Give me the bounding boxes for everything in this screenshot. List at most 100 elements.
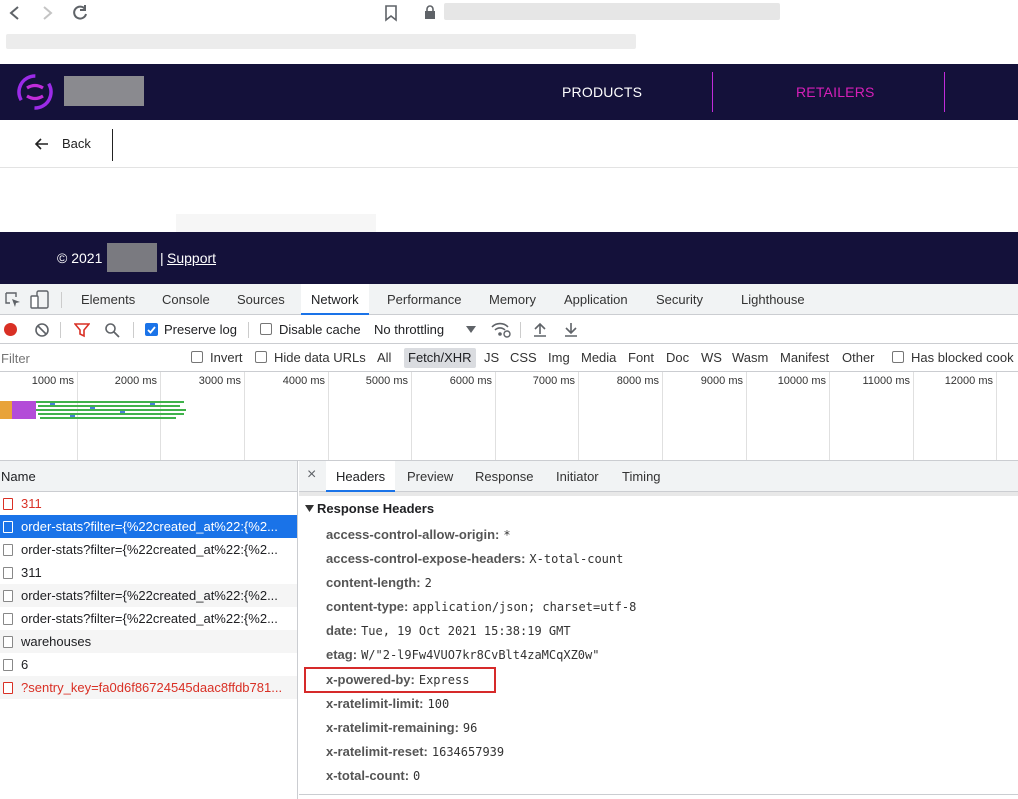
brand-logo-icon[interactable] [16, 70, 56, 114]
header-value: X-total-count [529, 552, 624, 566]
header-value: 100 [427, 697, 450, 711]
tab-initiator[interactable]: Initiator [556, 461, 599, 492]
type-filter-css[interactable]: CSS [510, 344, 537, 372]
reload-icon[interactable] [70, 3, 90, 23]
header-row: access-control-expose-headers: X-total-co… [326, 547, 623, 571]
network-conditions-icon[interactable] [490, 320, 512, 338]
detail-tabbar: × Headers Preview Response Initiator Tim… [299, 461, 1018, 492]
forward-arrow-icon[interactable] [38, 4, 56, 22]
network-filter-bar: Invert Hide data URLs All Fetch/XHR JS C… [0, 344, 1018, 372]
nav-retailers[interactable]: RETAILERS [796, 64, 875, 120]
timeline-gridline [913, 372, 914, 460]
timeline-tick-label: 7000 ms [532, 375, 575, 387]
divider [520, 322, 521, 338]
filter-input[interactable] [0, 347, 177, 369]
download-har-icon[interactable] [563, 321, 579, 337]
url-bar-redacted[interactable] [444, 3, 780, 20]
has-blocked-cookies-label: Has blocked cook [911, 350, 1014, 365]
filter-icon[interactable] [74, 322, 90, 338]
request-row[interactable]: ?sentry_key=fa0d6f86724545daac8ffdb781..… [0, 676, 297, 699]
request-row[interactable]: 311 [0, 561, 297, 584]
timeline-gridline [996, 372, 997, 460]
request-name: order-stats?filter={%22created_at%22:{%2… [21, 588, 278, 603]
type-filter-font[interactable]: Font [628, 344, 654, 372]
section-divider [299, 492, 1018, 496]
type-filter-media[interactable]: Media [581, 344, 616, 372]
tab-sources[interactable]: Sources [237, 284, 285, 315]
type-filter-all[interactable]: All [377, 344, 391, 372]
request-row[interactable]: order-stats?filter={%22created_at%22:{%2… [0, 607, 297, 630]
timeline-tick-label: 4000 ms [282, 375, 325, 387]
search-icon[interactable] [104, 322, 120, 338]
tab-console[interactable]: Console [162, 284, 210, 315]
header-row: x-ratelimit-reset: 1634657939 [326, 740, 504, 764]
preserve-log-checkbox[interactable] [145, 323, 158, 336]
type-filter-js[interactable]: JS [484, 344, 499, 372]
header-key: access-control-allow-origin: [326, 527, 500, 542]
tab-network[interactable]: Network [301, 284, 369, 315]
footer-copyright: © 2021 [57, 250, 103, 266]
type-filter-ws[interactable]: WS [701, 344, 722, 372]
tab-preview[interactable]: Preview [407, 461, 453, 492]
request-row[interactable]: 311 [0, 492, 297, 515]
upload-har-icon[interactable] [532, 321, 548, 337]
disable-cache-checkbox[interactable] [260, 323, 272, 335]
request-row[interactable]: order-stats?filter={%22created_at%22:{%2… [0, 584, 297, 607]
divider [133, 322, 134, 338]
type-filter-doc[interactable]: Doc [666, 344, 689, 372]
type-filter-wasm[interactable]: Wasm [732, 344, 768, 372]
tab-performance[interactable]: Performance [387, 284, 461, 315]
type-filter-fetch-xhr[interactable]: Fetch/XHR [404, 348, 476, 368]
header-key: content-length: [326, 575, 421, 590]
document-icon [3, 498, 13, 510]
header-value: Express [418, 673, 470, 687]
request-row-selected[interactable]: order-stats?filter={%22created_at%22:{%2… [0, 515, 297, 538]
tab-lighthouse[interactable]: Lighthouse [741, 284, 805, 315]
network-overview-timeline[interactable]: 1000 ms 2000 ms 3000 ms 4000 ms 5000 ms … [0, 372, 1018, 461]
throttling-select[interactable]: No throttling [374, 322, 478, 340]
back-link[interactable]: Back [34, 132, 91, 156]
hide-data-urls-label: Hide data URLs [274, 350, 366, 365]
device-toolbar-icon[interactable] [30, 290, 50, 310]
invert-checkbox[interactable] [191, 351, 203, 363]
timeline-tick-label: 12000 ms [944, 375, 993, 387]
bookmarks-bar-redacted [6, 34, 636, 49]
request-row[interactable]: warehouses [0, 630, 297, 653]
tab-timing[interactable]: Timing [622, 461, 661, 492]
tab-elements[interactable]: Elements [81, 284, 135, 315]
preserve-log-label: Preserve log [164, 322, 237, 337]
header-value: * [503, 528, 511, 542]
header-key: date: [326, 623, 358, 638]
record-icon[interactable] [4, 323, 17, 336]
name-column-header[interactable]: Name [0, 461, 297, 492]
nav-products[interactable]: PRODUCTS [562, 64, 642, 120]
browser-chrome [0, 0, 1018, 64]
site-header: PRODUCTS RETAILERS [0, 64, 1018, 120]
timeline-gridline [746, 372, 747, 460]
request-name: order-stats?filter={%22created_at%22:{%2… [21, 542, 278, 557]
document-icon [3, 521, 13, 533]
tab-memory[interactable]: Memory [489, 284, 536, 315]
tab-application[interactable]: Application [564, 284, 628, 315]
bookmark-icon[interactable] [384, 4, 398, 22]
header-key: x-ratelimit-reset: [326, 744, 428, 759]
inspect-element-icon[interactable] [4, 291, 22, 309]
type-filter-manifest[interactable]: Manifest [780, 344, 829, 372]
tab-security[interactable]: Security [656, 284, 703, 315]
request-row[interactable]: 6 [0, 653, 297, 676]
request-row[interactable]: order-stats?filter={%22created_at%22:{%2… [0, 538, 297, 561]
timeline-tick-label: 3000 ms [198, 375, 241, 387]
type-filter-other[interactable]: Other [842, 344, 875, 372]
clear-icon[interactable] [34, 322, 50, 338]
back-arrow-icon[interactable] [6, 4, 24, 22]
tab-headers[interactable]: Headers [326, 461, 396, 492]
tab-response[interactable]: Response [475, 461, 534, 492]
has-blocked-cookies-checkbox[interactable] [892, 351, 904, 363]
document-icon [3, 659, 13, 671]
timeline-gridline [495, 372, 496, 460]
hide-data-urls-checkbox[interactable] [255, 351, 267, 363]
support-link[interactable]: Support [167, 250, 216, 266]
type-filter-img[interactable]: Img [548, 344, 570, 372]
header-value: application/json; charset=utf-8 [412, 600, 637, 614]
close-icon[interactable]: × [307, 466, 316, 484]
